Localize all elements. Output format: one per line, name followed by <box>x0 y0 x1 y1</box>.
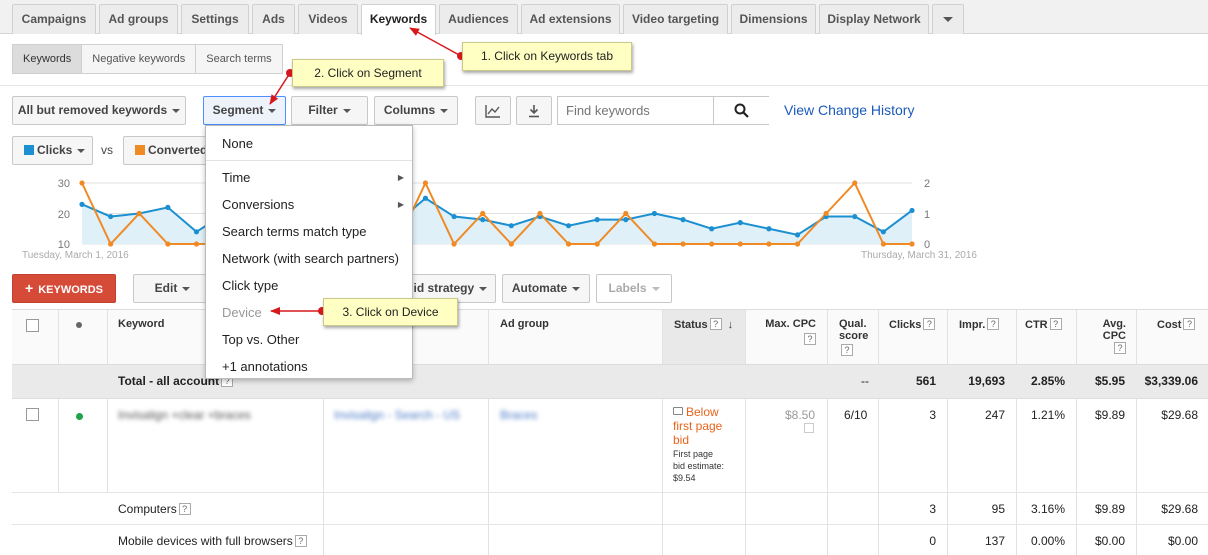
annotation-arrow <box>409 27 462 57</box>
callout-step2: 2. Click on Segment <box>292 59 444 87</box>
callout-step1: 1. Click on Keywords tab <box>462 42 632 71</box>
annotation-arrow <box>269 72 291 105</box>
annotation-overlay <box>269 27 465 315</box>
callout-step3: 3. Click on Device <box>323 298 458 326</box>
